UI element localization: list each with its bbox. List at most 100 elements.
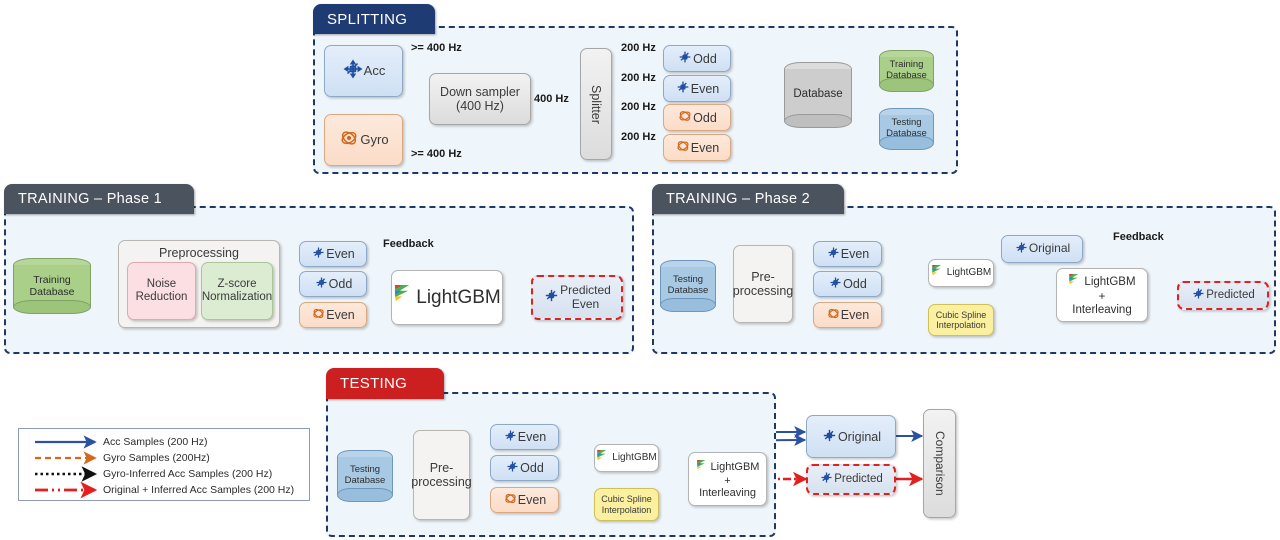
t2-testing-database-cylinder[interactable]: Testing Database [660, 260, 716, 312]
t2-predicted-label: Predicted [1206, 289, 1255, 302]
t2-preprocessing-node[interactable]: Pre- processing [733, 245, 793, 323]
te-interleave-line2: + [724, 474, 731, 487]
te-predicted-label: Predicted [834, 473, 883, 486]
down-sampler-node[interactable]: Down sampler (400 Hz) [429, 73, 531, 125]
t1-lightgbm-node[interactable]: LightGBM [391, 270, 503, 325]
gyro-even-node[interactable]: Even [663, 134, 731, 161]
t1-feedback-label: Feedback [383, 238, 434, 250]
t1-training-database-cylinder[interactable]: Training Database [13, 258, 91, 314]
accelerometer-icon [505, 459, 520, 477]
t2-cubic-spline-node[interactable]: Cubic Spline Interpolation [928, 304, 994, 336]
te-lightgbm-node[interactable]: LightGBM [594, 444, 659, 472]
gyroscope-icon [675, 138, 691, 157]
t1-acc-even-node[interactable]: Even [299, 241, 367, 267]
t1-acc-odd-node[interactable]: Odd [299, 271, 367, 297]
accelerometer-icon [1191, 286, 1206, 305]
te-original-label: Original [837, 429, 882, 444]
downsampled-rate-label: 400 Hz [534, 93, 569, 105]
t1-training-db-line1: Training [33, 273, 71, 286]
te-pre-line2: processing [411, 475, 472, 489]
te-pre-line1: Pre- [429, 461, 454, 475]
te-original-node[interactable]: Original [806, 415, 896, 458]
training-db-line2: Database [886, 70, 927, 81]
te-preprocessing-node[interactable]: Pre- processing [411, 430, 472, 520]
split-rate-4: 200 Hz [621, 131, 656, 143]
te-gyro-even-node[interactable]: Even [490, 487, 559, 513]
te-acc-odd-node[interactable]: Odd [490, 455, 559, 481]
testing-database-cylinder[interactable]: Testing Database [879, 108, 934, 150]
t1-predicted-line2: Even [571, 296, 600, 311]
te-cubic-spline-node[interactable]: Cubic Spline Interpolation [594, 488, 659, 521]
testing-section-title: TESTING [326, 368, 444, 399]
te-interleaving-node[interactable]: LightGBM + Interleaving [688, 452, 767, 506]
gyro-sensor-node[interactable]: Gyro [324, 114, 403, 166]
training-phase1-section-title: TRAINING – Phase 1 [4, 184, 194, 214]
accelerometer-icon [1014, 240, 1029, 258]
te-lightgbm-label: LightGBM [612, 452, 657, 464]
acc-odd-node[interactable]: Odd [663, 45, 731, 72]
gyro-rate-label: >= 400 Hz [411, 148, 462, 160]
te-interleave-line1: LightGBM [710, 460, 760, 473]
te-spline-line1: Cubic Spline [601, 494, 652, 505]
preprocessing-title: Preprocessing [159, 246, 239, 260]
lightgbm-logo-icon [393, 284, 412, 310]
t2-interleaving-node[interactable]: LightGBM + Interleaving [1056, 268, 1148, 322]
zscore-normalization-node[interactable]: Z-score Normalization [201, 262, 273, 320]
te-acc-even-label: Even [517, 430, 547, 444]
t2-lightgbm-node[interactable]: LightGBM [928, 259, 994, 287]
training-database-cylinder[interactable]: Training Database [879, 50, 934, 92]
acc-even-node[interactable]: Even [663, 75, 731, 102]
down-sampler-line2: (400 Hz) [456, 99, 504, 113]
t1-acc-even-label: Even [326, 247, 355, 261]
t2-gyro-even-node[interactable]: Even [813, 302, 882, 328]
gyro-odd-label: Odd [693, 110, 717, 125]
t2-spline-line1: Cubic Spline [935, 309, 987, 320]
accelerometer-icon [826, 245, 841, 263]
t2-acc-odd-node[interactable]: Odd [813, 271, 882, 297]
te-predicted-node[interactable]: Predicted [806, 464, 896, 495]
legend-label-0: Acc Samples (200 Hz) [103, 436, 208, 448]
t2-interleave-line2: + [1098, 291, 1106, 304]
gyroscope-icon [311, 306, 326, 324]
gyroscope-icon [503, 491, 518, 509]
splitting-section-title: SPLITTING [313, 4, 435, 34]
training-phase2-section-title: TRAINING – Phase 2 [652, 184, 844, 214]
comparison-node[interactable]: Comparison [923, 409, 956, 518]
gyro-odd-node[interactable]: Odd [663, 104, 731, 131]
comparison-label: Comparison [933, 431, 948, 496]
t1-predicted-line1: Predicted [560, 283, 611, 298]
accelerometer-icon [311, 245, 326, 263]
accelerometer-icon [675, 79, 691, 98]
split-rate-1: 200 Hz [621, 42, 656, 54]
t2-pre-line1: Pre- [751, 270, 775, 284]
noise-reduction-node[interactable]: Noise Reduction [127, 262, 196, 320]
t2-predicted-node[interactable]: Predicted [1177, 281, 1269, 310]
accelerometer-icon [314, 275, 329, 293]
legend-label-2: Gyro-Inferred Acc Samples (200 Hz) [103, 468, 273, 480]
noise-reduction-line1: Noise [146, 278, 177, 291]
t1-training-db-line2: Database [29, 286, 75, 298]
legend-box: Acc Samples (200 Hz) Gyro Samples (200Hz… [18, 428, 310, 501]
splitter-node[interactable]: Splitter [580, 48, 612, 160]
t1-predicted-even-node[interactable]: Predicted Even [531, 275, 623, 320]
zscore-line2: Normalization [201, 291, 273, 303]
accelerometer-icon [828, 275, 843, 293]
te-testing-database-cylinder[interactable]: Testing Database [337, 450, 393, 502]
legend-label-3: Original + Inferred Acc Samples (200 Hz) [103, 484, 295, 496]
t2-gyro-even-label: Even [840, 308, 870, 322]
te-acc-even-node[interactable]: Even [490, 424, 559, 450]
te-gyro-even-label: Even [517, 493, 547, 507]
accelerometer-icon [503, 428, 518, 446]
t2-original-node[interactable]: Original [1001, 235, 1083, 263]
t2-testing-db-line2: Database [667, 285, 709, 296]
gyroscope-icon [677, 108, 693, 127]
t2-acc-even-node[interactable]: Even [813, 241, 882, 267]
t2-pre-line2: processing [732, 284, 794, 298]
t1-gyro-even-node[interactable]: Even [299, 302, 367, 328]
split-rate-3: 200 Hz [621, 101, 656, 113]
t1-acc-odd-label: Odd [328, 277, 353, 291]
down-sampler-line1: Down sampler [440, 85, 520, 99]
database-cylinder[interactable]: Database [784, 62, 852, 128]
acc-sensor-node[interactable]: Acc [324, 45, 403, 97]
te-interleave-line3: Interleaving [699, 487, 756, 500]
